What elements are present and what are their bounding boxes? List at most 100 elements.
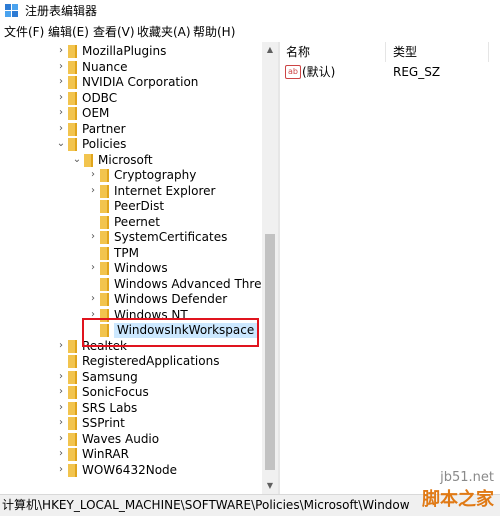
registry-editor-icon xyxy=(5,4,18,17)
expand-chevron-icon[interactable]: › xyxy=(56,107,66,119)
menu-favorites[interactable]: 收藏夹(A) xyxy=(137,25,191,39)
tree-node[interactable]: › WinRAR xyxy=(0,447,262,462)
tree-node-label: OEM xyxy=(82,106,110,120)
tree-node-label: SSPrint xyxy=(82,416,125,430)
scroll-up-arrow-icon[interactable]: ▲ xyxy=(262,42,278,58)
folder-icon xyxy=(100,277,109,291)
tree-vertical-scrollbar[interactable]: ▲ ▼ xyxy=(262,42,278,494)
folder-icon xyxy=(84,153,93,167)
folder-icon xyxy=(68,386,77,399)
folder-icon xyxy=(100,184,109,198)
expand-chevron-icon[interactable]: › xyxy=(56,417,66,429)
expand-chevron-icon[interactable]: › xyxy=(56,123,66,135)
tree-node-label: Windows xyxy=(114,261,168,275)
tree-node-label: WinRAR xyxy=(82,447,129,461)
tree-node-label: TPM xyxy=(114,245,139,260)
tree-node-label: RegisteredApplications xyxy=(82,354,220,368)
expand-chevron-icon xyxy=(56,355,66,367)
folder-icon xyxy=(100,200,109,213)
expand-chevron-icon[interactable]: › xyxy=(88,293,98,305)
watermark-site: jb51.net xyxy=(440,470,494,485)
tree-node[interactable]: › Waves Audio xyxy=(0,432,262,447)
tree-node-label: SRS Labs xyxy=(82,400,138,415)
tree-node-label: SonicFocus xyxy=(82,385,149,399)
expand-chevron-icon xyxy=(88,200,98,212)
expand-chevron-icon[interactable]: › xyxy=(88,231,98,243)
tree-node[interactable]: › NVIDIA Corporation xyxy=(0,75,262,90)
tree-node[interactable]: › Cryptography xyxy=(0,168,262,183)
tree-node[interactable]: › SRS Labs xyxy=(0,401,262,416)
tree-node[interactable]: › MozillaPlugins xyxy=(0,44,262,59)
tree-node-label: NVIDIA Corporation xyxy=(82,75,199,89)
folder-icon xyxy=(68,355,77,368)
folder-icon xyxy=(68,448,77,461)
folder-icon xyxy=(100,169,109,182)
expand-chevron-icon[interactable]: › xyxy=(56,448,66,460)
folder-icon xyxy=(68,45,77,58)
expand-chevron-icon[interactable]: › xyxy=(56,92,66,104)
menu-edit[interactable]: 编辑(E) xyxy=(48,25,89,39)
tree-node[interactable]: › ODBC xyxy=(0,91,262,106)
tree-node[interactable]: Windows Advanced Threat P xyxy=(0,277,278,292)
expand-chevron-icon[interactable]: › xyxy=(56,371,66,383)
menu-view[interactable]: 查看(V) xyxy=(93,25,135,39)
value-row[interactable]: ab (默认) REG_SZ xyxy=(280,64,500,80)
watermark-brand: 脚本之家 xyxy=(422,489,494,510)
collapse-chevron-icon[interactable]: ⌄ xyxy=(72,154,82,166)
title-bar: 注册表编辑器 xyxy=(0,0,500,22)
tree-node[interactable]: ⌄ Microsoft xyxy=(0,153,262,168)
string-value-icon: ab xyxy=(285,65,301,79)
folder-icon xyxy=(68,138,77,151)
collapse-chevron-icon[interactable]: ⌄ xyxy=(56,138,66,150)
expand-chevron-icon[interactable]: › xyxy=(88,169,98,181)
menu-help[interactable]: 帮助(H) xyxy=(193,25,235,39)
menu-file[interactable]: 文件(F) xyxy=(4,25,44,39)
tree-node-label: Internet Explorer xyxy=(114,183,216,198)
tree-node[interactable]: › Internet Explorer xyxy=(0,184,262,199)
tree-node[interactable]: TPM xyxy=(0,246,262,261)
tree-node-label: Windows Defender xyxy=(114,292,228,306)
expand-chevron-icon[interactable]: › xyxy=(56,340,66,352)
folder-icon xyxy=(100,262,109,275)
expand-chevron-icon[interactable]: › xyxy=(56,402,66,414)
tree-node[interactable]: › WOW6432Node xyxy=(0,463,262,478)
expand-chevron-icon[interactable]: › xyxy=(56,386,66,398)
folder-icon xyxy=(68,432,77,446)
expand-chevron-icon[interactable]: › xyxy=(56,433,66,445)
folder-icon xyxy=(68,107,77,120)
column-header-name[interactable]: 名称 xyxy=(286,45,310,59)
column-divider[interactable] xyxy=(488,42,489,62)
tree-node-label: MozillaPlugins xyxy=(82,44,167,58)
tree-node[interactable]: › Windows Defender xyxy=(0,292,262,307)
tree-node[interactable]: PeerDist xyxy=(0,199,262,214)
window-title: 注册表编辑器 xyxy=(25,4,98,18)
tree-node[interactable]: › SSPrint xyxy=(0,416,262,431)
registry-tree[interactable]: › MozillaPlugins › Nuance › NVIDIA Corporatio… xyxy=(0,42,278,494)
tree-node[interactable]: › Partner xyxy=(0,122,262,137)
tree-node[interactable]: › Samsung xyxy=(0,370,262,385)
expand-chevron-icon xyxy=(88,278,98,290)
scroll-down-arrow-icon[interactable]: ▼ xyxy=(262,478,278,494)
folder-icon xyxy=(68,76,77,89)
expand-chevron-icon[interactable]: › xyxy=(56,76,66,88)
values-list[interactable]: 名称 类型 ab (默认) REG_SZ xyxy=(280,42,500,494)
expand-chevron-icon[interactable]: › xyxy=(88,185,98,197)
folder-icon xyxy=(68,417,77,430)
expand-chevron-icon[interactable]: › xyxy=(56,464,66,476)
column-header-type[interactable]: 类型 xyxy=(393,45,417,59)
scroll-thumb[interactable] xyxy=(265,234,275,470)
tree-node[interactable]: › SystemCertificates xyxy=(0,230,262,245)
tree-node[interactable]: › Windows xyxy=(0,261,262,276)
tree-node[interactable]: ⌄ Policies xyxy=(0,137,262,152)
tree-node[interactable]: Peernet xyxy=(0,215,262,230)
expand-chevron-icon[interactable]: › xyxy=(56,61,66,73)
tree-node[interactable]: › SonicFocus xyxy=(0,385,262,400)
tree-node[interactable]: › Nuance xyxy=(0,60,262,75)
registry-path: 计算机\HKEY_LOCAL_MACHINE\SOFTWARE\Policies… xyxy=(2,498,410,512)
column-divider[interactable] xyxy=(385,42,386,62)
folder-icon xyxy=(68,91,77,105)
expand-chevron-icon[interactable]: › xyxy=(88,262,98,274)
tree-node[interactable]: › OEM xyxy=(0,106,262,121)
tree-node[interactable]: RegisteredApplications xyxy=(0,354,262,369)
expand-chevron-icon[interactable]: › xyxy=(56,45,66,57)
